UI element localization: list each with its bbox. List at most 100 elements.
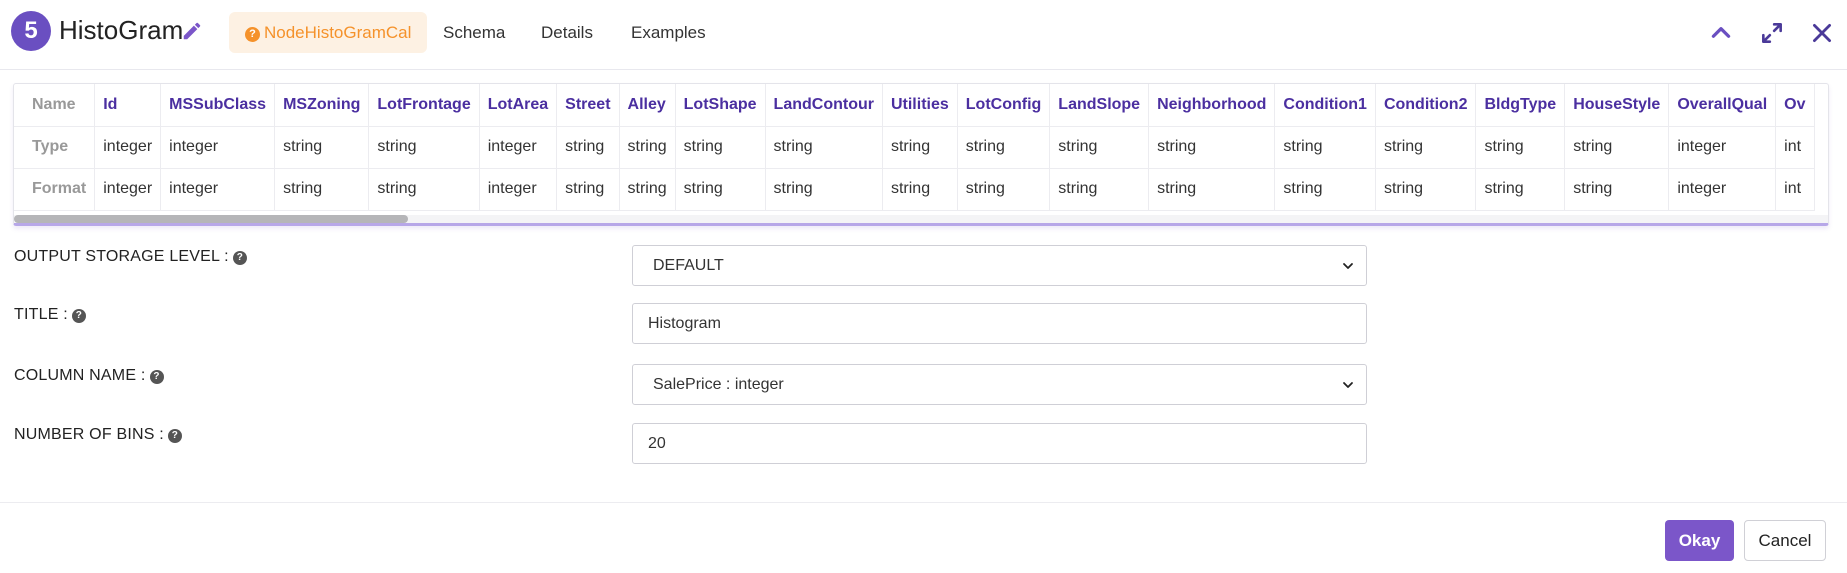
schema-cell-type: integer — [160, 126, 276, 169]
output-storage-level-label: OUTPUT STORAGE LEVEL :? — [14, 248, 247, 266]
schema-cell-name: Alley — [619, 84, 676, 127]
schema-cell-type: string — [765, 126, 883, 169]
schema-cell-name: MSZoning — [274, 84, 370, 127]
schema-cell-name: HouseStyle — [1564, 84, 1670, 127]
schema-cell-name: LotConfig — [957, 84, 1051, 127]
cancel-button[interactable]: Cancel — [1744, 520, 1826, 561]
schema-cell-type: string — [1475, 126, 1566, 169]
column-name-label: COLUMN NAME :? — [14, 367, 164, 385]
step-number-badge: 5 — [11, 11, 51, 51]
schema-cell-format: string — [368, 168, 480, 211]
expand-icon[interactable] — [1759, 20, 1785, 46]
footer-divider — [0, 502, 1847, 503]
schema-cell-type: string — [274, 126, 370, 169]
schema-name-row: Name Id MSSubClass MSZoning LotFrontage LotA… — [14, 84, 1815, 127]
schema-cell-format: string — [765, 168, 883, 211]
horizontal-scrollbar-thumb[interactable] — [14, 215, 408, 223]
schema-cell-format: string — [1475, 168, 1566, 211]
schema-cell-name: Neighborhood — [1148, 84, 1276, 127]
number-of-bins-label: NUMBER OF BINS :? — [14, 426, 182, 444]
horizontal-scrollbar-track[interactable] — [14, 215, 1828, 223]
schema-cell-type: string — [882, 126, 958, 169]
schema-cell-format: string — [274, 168, 370, 211]
schema-cell-format: string — [957, 168, 1051, 211]
schema-cell-format: string — [1274, 168, 1376, 211]
number-of-bins-input[interactable]: 20 — [632, 423, 1367, 464]
schema-table-container: Name Id MSSubClass MSZoning LotFrontage LotA… — [13, 83, 1829, 226]
schema-cell-type: string — [675, 126, 766, 169]
tab-label: NodeHistoGramCal — [264, 23, 412, 42]
schema-cell-name: Condition1 — [1274, 84, 1376, 127]
schema-cell-name: OverallQual — [1668, 84, 1777, 127]
schema-cell-name: MSSubClass — [160, 84, 276, 127]
question-circle-icon[interactable]: ? — [167, 429, 182, 443]
chevron-down-icon — [1343, 382, 1353, 388]
chevron-down-icon — [1343, 263, 1353, 269]
output-storage-level-value: DEFAULT — [653, 257, 724, 274]
schema-cell-name: Id — [94, 84, 162, 127]
schema-cell-format: string — [556, 168, 620, 211]
tab-details[interactable]: Details — [525, 12, 609, 53]
schema-cell-type: integer — [479, 126, 558, 169]
schema-cell-type: integer — [94, 126, 162, 169]
schema-cell-name: BldgType — [1475, 84, 1566, 127]
schema-cell-type: string — [1375, 126, 1477, 169]
schema-format-row: Format integer integer string string integer… — [14, 168, 1815, 211]
title-label-text: TITLE : — [14, 306, 68, 323]
question-circle-icon[interactable]: ? — [232, 251, 247, 265]
schema-cell-format: string — [882, 168, 958, 211]
pencil-edit-icon[interactable] — [181, 20, 203, 42]
schema-cell-type: string — [619, 126, 676, 169]
row-header-type: Type — [14, 126, 96, 169]
schema-cell-name: Street — [556, 84, 620, 127]
schema-cell-name: LandContour — [765, 84, 883, 127]
row-header-format: Format — [14, 168, 96, 211]
schema-cell-name: Condition2 — [1375, 84, 1477, 127]
chevron-up-icon[interactable] — [1708, 20, 1734, 46]
node-title: HistoGram — [59, 15, 184, 45]
schema-cell-format: string — [1564, 168, 1670, 211]
output-storage-level-select[interactable]: DEFAULT — [632, 245, 1367, 286]
schema-cell-name: LotArea — [479, 84, 558, 127]
number-of-bins-value: 20 — [648, 435, 666, 452]
okay-button[interactable]: Okay — [1665, 520, 1734, 561]
schema-cell-format: string — [675, 168, 766, 211]
schema-cell-type: integer — [1668, 126, 1777, 169]
schema-cell-type: string — [1274, 126, 1376, 169]
schema-cell-type: string — [1564, 126, 1670, 169]
schema-cell-format: integer — [160, 168, 276, 211]
title-input-value: Histogram — [648, 315, 721, 332]
schema-cell-type: int — [1775, 126, 1815, 169]
schema-cell-name: LandSlope — [1049, 84, 1150, 127]
question-circle-icon[interactable]: ? — [71, 309, 86, 323]
schema-cell-format: string — [1049, 168, 1150, 211]
question-circle-icon: ? — [245, 27, 260, 42]
schema-cell-format: string — [1148, 168, 1276, 211]
close-icon[interactable] — [1809, 20, 1835, 46]
schema-cell-type: string — [368, 126, 480, 169]
tab-examples[interactable]: Examples — [615, 12, 722, 53]
number-of-bins-label-text: NUMBER OF BINS : — [14, 426, 164, 443]
column-name-label-text: COLUMN NAME : — [14, 367, 146, 384]
column-name-select[interactable]: SalePrice : integer — [632, 364, 1367, 405]
title-input[interactable]: Histogram — [632, 303, 1367, 344]
schema-cell-format: integer — [1668, 168, 1777, 211]
schema-cell-type: string — [957, 126, 1051, 169]
schema-cell-format: int — [1775, 168, 1815, 211]
dialog-header: 5 HistoGram ? NodeHistoGramCal Schema Det… — [0, 0, 1847, 70]
schema-cell-name: LotFrontage — [368, 84, 480, 127]
schema-cell-type: string — [1049, 126, 1150, 169]
tab-schema[interactable]: Schema — [427, 12, 521, 53]
question-circle-icon[interactable]: ? — [149, 370, 164, 384]
schema-cell-format: integer — [479, 168, 558, 211]
column-name-value: SalePrice : integer — [653, 376, 784, 393]
output-storage-level-label-text: OUTPUT STORAGE LEVEL : — [14, 248, 229, 265]
tab-nodehistogramcal[interactable]: ? NodeHistoGramCal — [229, 12, 428, 53]
title-label: TITLE :? — [14, 306, 86, 324]
schema-cell-name: LotShape — [675, 84, 766, 127]
schema-type-row: Type integer integer string string integer st… — [14, 126, 1815, 169]
schema-cell-format: integer — [94, 168, 162, 211]
schema-cell-name: Utilities — [882, 84, 958, 127]
schema-cell-format: string — [1375, 168, 1477, 211]
schema-cell-name: Ov — [1775, 84, 1815, 127]
